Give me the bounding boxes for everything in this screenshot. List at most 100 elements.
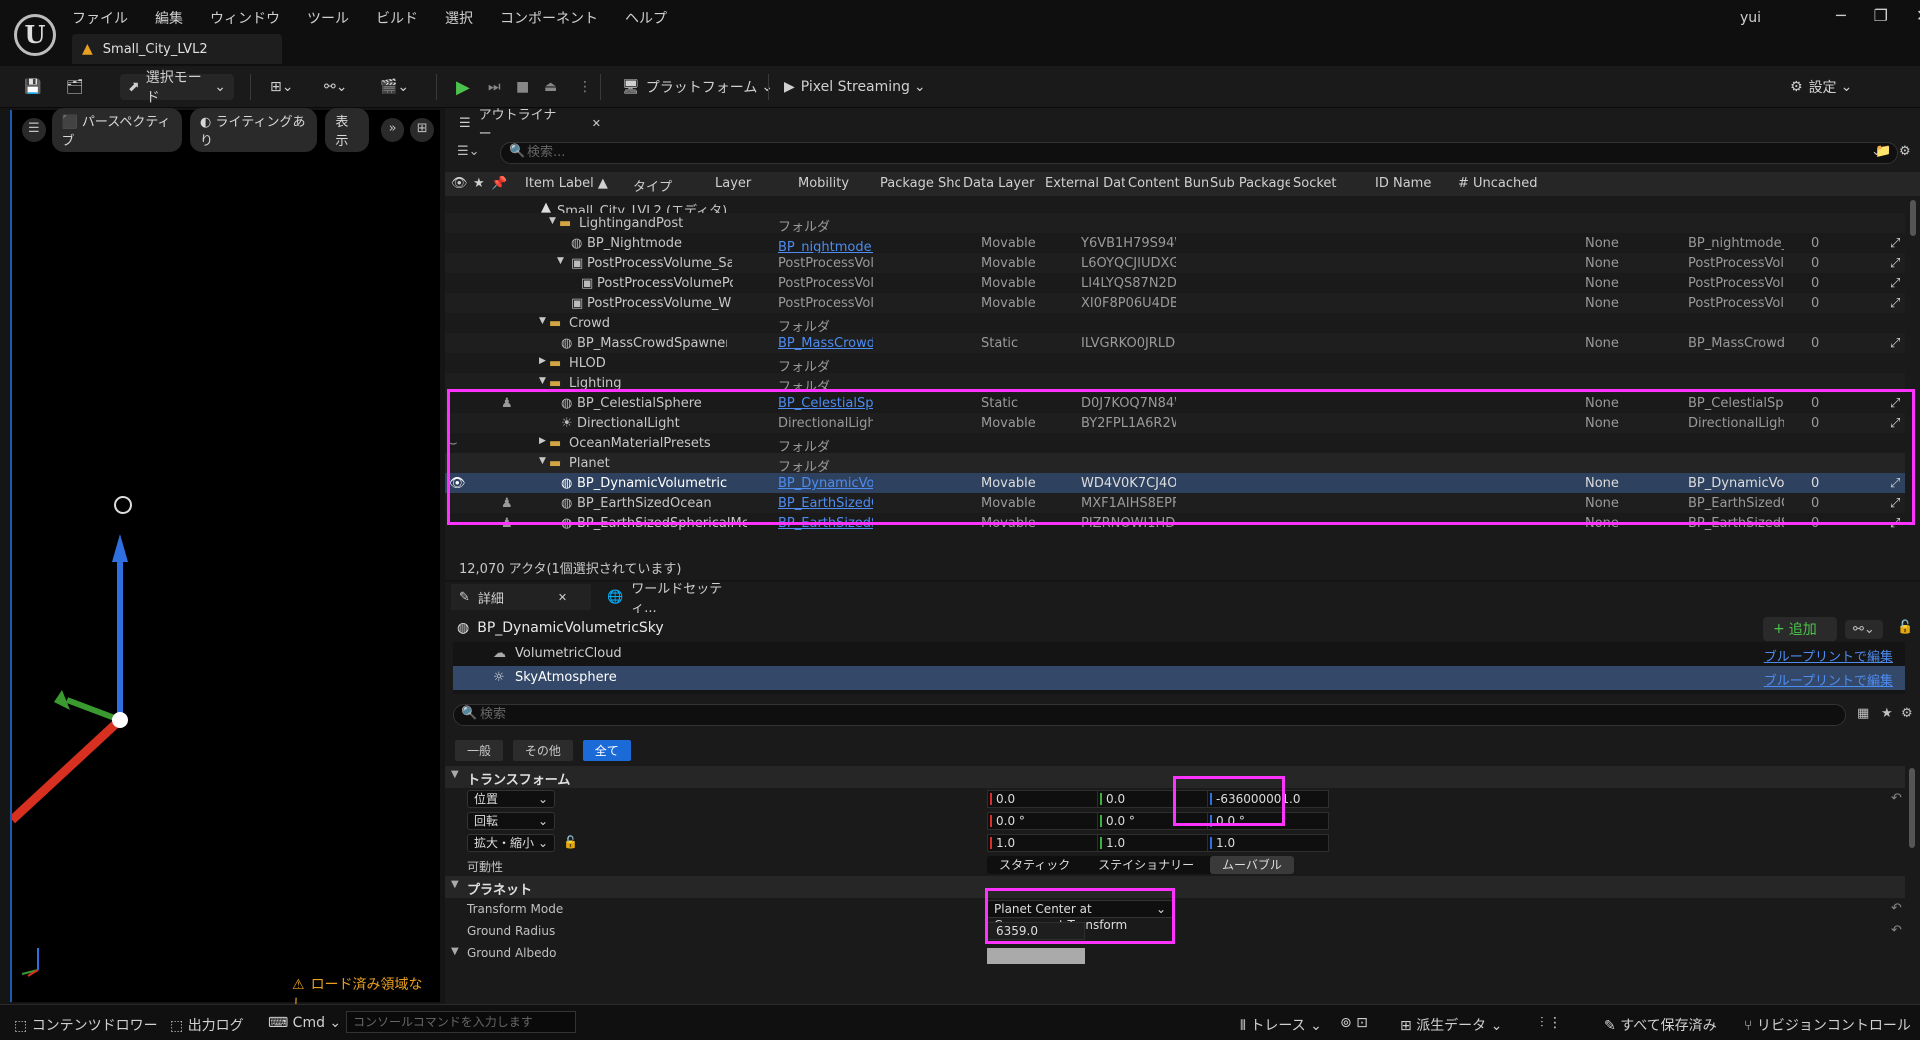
table-row[interactable]: ♟ ◍ BP_EarthSizedSphericalMesh BP_EarthS… bbox=[445, 513, 1905, 533]
table-row[interactable]: ▼ ▣ PostProcessVolume_SandBox PostProces… bbox=[445, 253, 1905, 273]
rotation-y-input[interactable]: 0.0 ° bbox=[1097, 812, 1219, 830]
settings-button[interactable]: ⚙ 設定 ⌄ bbox=[1790, 74, 1852, 100]
perspective-button[interactable]: ⬛ パースペクティブ bbox=[51, 108, 183, 152]
star-icon[interactable]: ★ bbox=[1881, 706, 1893, 721]
gear-icon[interactable]: ⚙ bbox=[1899, 144, 1911, 159]
blueprint-icon[interactable]: ⚯⌄ bbox=[324, 74, 347, 100]
edit-link-icon[interactable]: ⤢ bbox=[1890, 496, 1900, 511]
mobility-static[interactable]: スタティック bbox=[987, 856, 1082, 874]
menu-edit[interactable]: 編集 bbox=[155, 8, 183, 28]
col-socket[interactable]: Socket bbox=[1293, 176, 1373, 191]
filter-other[interactable]: その他 bbox=[512, 740, 573, 761]
mobility-movable[interactable]: ムーバブル bbox=[1209, 856, 1294, 874]
col-package[interactable]: Package Short N bbox=[880, 176, 960, 191]
select-mode-button[interactable]: ⬈ 選択モード ⌄ bbox=[120, 70, 234, 106]
more-options-icon[interactable]: ⋮ bbox=[578, 74, 592, 100]
add-actor-icon[interactable]: ⊞⌄ bbox=[270, 74, 293, 100]
menu-tools[interactable]: ツール bbox=[307, 8, 349, 28]
visibility-col-icon[interactable]: 👁 bbox=[451, 176, 468, 191]
edit-link-icon[interactable]: ⤢ bbox=[1890, 276, 1900, 291]
restore-icon[interactable]: ❐ bbox=[1874, 6, 1888, 25]
cinematics-icon[interactable]: 🎬⌄ bbox=[380, 74, 409, 100]
save-icon[interactable]: 💾 bbox=[24, 74, 41, 100]
close-tab-icon[interactable]: ✕ bbox=[558, 591, 567, 604]
table-row-selected[interactable]: 👁 ◍ BP_DynamicVolumetricSky BP_DynamicVo… bbox=[445, 473, 1905, 493]
outliner-scrollbar[interactable] bbox=[1910, 200, 1916, 236]
rotation-x-input[interactable]: 0.0 ° bbox=[987, 812, 1109, 830]
edit-link-icon[interactable]: ⤢ bbox=[1890, 516, 1900, 531]
record-icon[interactable]: ⊚ ⊡ bbox=[1340, 1015, 1368, 1031]
blueprint-options-icon[interactable]: ⚯⌄ bbox=[1845, 620, 1883, 639]
row-type[interactable]: BP_EarthSizedS bbox=[778, 516, 873, 531]
table-row[interactable]: ⌣ ▶ ▬ OceanMaterialPresets フォルダ bbox=[445, 433, 1905, 455]
notifications-icon[interactable]: ⫶ ⋮ bbox=[1540, 1015, 1562, 1031]
close-window-icon[interactable]: ✕ bbox=[1916, 6, 1920, 25]
location-y-input[interactable]: 0.0 bbox=[1097, 790, 1219, 808]
table-row[interactable]: ♟ ◍ BP_CelestialSphere BP_CelestialSph S… bbox=[445, 393, 1905, 413]
table-row[interactable]: ☀ DirectionalLight DirectionalLight Mova… bbox=[445, 413, 1905, 433]
table-row[interactable]: ▣ PostProcessVolumePostToon PostProcessV… bbox=[445, 273, 1905, 293]
col-id-name[interactable]: ID Name bbox=[1375, 176, 1455, 191]
row-type[interactable]: BP_MassCrowd bbox=[778, 336, 873, 351]
menu-build[interactable]: ビルド bbox=[376, 8, 418, 28]
close-tab-icon[interactable]: ✕ bbox=[592, 117, 601, 130]
expand-arrow-icon[interactable]: ▼ bbox=[549, 216, 556, 226]
menu-select[interactable]: 選択 bbox=[445, 8, 473, 28]
edit-link-icon[interactable]: ⤢ bbox=[1890, 296, 1900, 311]
col-mobility[interactable]: Mobility bbox=[798, 176, 878, 191]
row-type[interactable]: BP_EarthSizedO bbox=[778, 496, 873, 511]
derived-data-button[interactable]: ⊞ 派生データ ⌄ bbox=[1400, 1015, 1502, 1035]
filter-icon[interactable]: ☰⌄ bbox=[457, 144, 480, 159]
revision-control-button[interactable]: ⑂ リビジョンコントロール bbox=[1744, 1015, 1911, 1035]
row-type[interactable]: BP_DynamicVol bbox=[778, 476, 873, 491]
pin-col-icon[interactable]: 📌 bbox=[491, 176, 507, 191]
table-row[interactable]: ◍ BP_MassCrowdSpawner BP_MassCrowd Stati… bbox=[445, 333, 1905, 353]
console-command-input[interactable]: コンソールコマンドを入力します bbox=[346, 1011, 576, 1033]
edit-link-icon[interactable]: ⤢ bbox=[1890, 256, 1900, 271]
save-all-button[interactable]: ✎ すべて保存済み bbox=[1604, 1015, 1717, 1035]
col-uncached[interactable]: # Uncached Ligh bbox=[1458, 176, 1540, 191]
menu-help[interactable]: ヘルプ bbox=[625, 8, 667, 28]
menu-component[interactable]: コンポーネント bbox=[500, 8, 598, 28]
transform-mode-dropdown[interactable]: Planet Center at Component Transform⌄ bbox=[987, 900, 1173, 932]
pin-icon[interactable]: ♟ bbox=[501, 516, 513, 531]
ground-radius-input[interactable]: 6359.0 bbox=[987, 922, 1085, 940]
platform-button[interactable]: 🖥 プラットフォーム ⌄ bbox=[622, 74, 773, 100]
hidden-eye-icon[interactable]: ⌣ bbox=[449, 436, 458, 451]
details-search-input[interactable]: 検索 bbox=[453, 704, 1846, 726]
show-button[interactable]: 表示 bbox=[325, 108, 369, 152]
table-row[interactable]: ▶ ▬ HLOD フォルダ bbox=[445, 353, 1905, 375]
outliner-tab[interactable]: ☰ アウトライナー ✕ bbox=[451, 108, 601, 142]
location-dropdown[interactable]: 位置 ⌄ bbox=[467, 790, 555, 808]
menu-window[interactable]: ウィンドウ bbox=[210, 8, 280, 28]
edit-link-icon[interactable]: ⤢ bbox=[1890, 476, 1900, 491]
edit-link-icon[interactable]: ⤢ bbox=[1890, 236, 1900, 251]
trace-button[interactable]: ⫴ トレース ⌄ bbox=[1240, 1015, 1322, 1035]
unreal-logo-icon[interactable]: U bbox=[14, 14, 56, 56]
mobility-stationary[interactable]: ステイショナリー bbox=[1086, 856, 1206, 874]
collapse-arrow-icon[interactable]: ▶ bbox=[539, 436, 546, 446]
edit-in-blueprint-link[interactable]: ブループリントで編集 bbox=[1764, 670, 1893, 689]
table-view-icon[interactable]: ▦ bbox=[1857, 706, 1869, 721]
expand-arrow-icon[interactable]: ▼ bbox=[557, 256, 564, 266]
lighting-button[interactable]: ◐ ライティングあり bbox=[190, 108, 318, 152]
menu-file[interactable]: ファイル bbox=[72, 8, 128, 28]
lock-icon[interactable]: 🔓 bbox=[1897, 620, 1913, 635]
layout-grid-icon[interactable]: ⊞ bbox=[410, 118, 434, 142]
col-layer[interactable]: Layer bbox=[715, 176, 795, 191]
ground-albedo-swatch[interactable] bbox=[987, 948, 1085, 964]
eject-icon[interactable]: ⏏ bbox=[544, 74, 557, 100]
output-log-button[interactable]: ⬚ 出力ログ bbox=[170, 1015, 244, 1035]
content-drawer-button[interactable]: ⬚ コンテンツドロワー bbox=[14, 1015, 158, 1035]
scale-dropdown[interactable]: 拡大・縮小 ⌄ bbox=[467, 834, 555, 852]
table-row[interactable]: ▼ ▬ Planet フォルダ bbox=[445, 453, 1905, 475]
hamburger-menu-icon[interactable]: ☰ bbox=[22, 118, 46, 142]
world-settings-tab[interactable]: 🌐 ワールドセッティ... bbox=[599, 582, 729, 616]
section-transform[interactable]: ▼ トランスフォーム bbox=[445, 766, 1905, 788]
location-x-input[interactable]: 0.0 bbox=[987, 790, 1109, 808]
location-z-input[interactable]: -636000001.0 bbox=[1207, 790, 1329, 808]
col-data-layer[interactable]: Data Layer bbox=[963, 176, 1043, 191]
add-component-button[interactable]: + 追加 bbox=[1763, 617, 1837, 641]
filter-all[interactable]: 全て bbox=[582, 740, 631, 761]
play-icon[interactable]: ▶ bbox=[456, 74, 470, 100]
